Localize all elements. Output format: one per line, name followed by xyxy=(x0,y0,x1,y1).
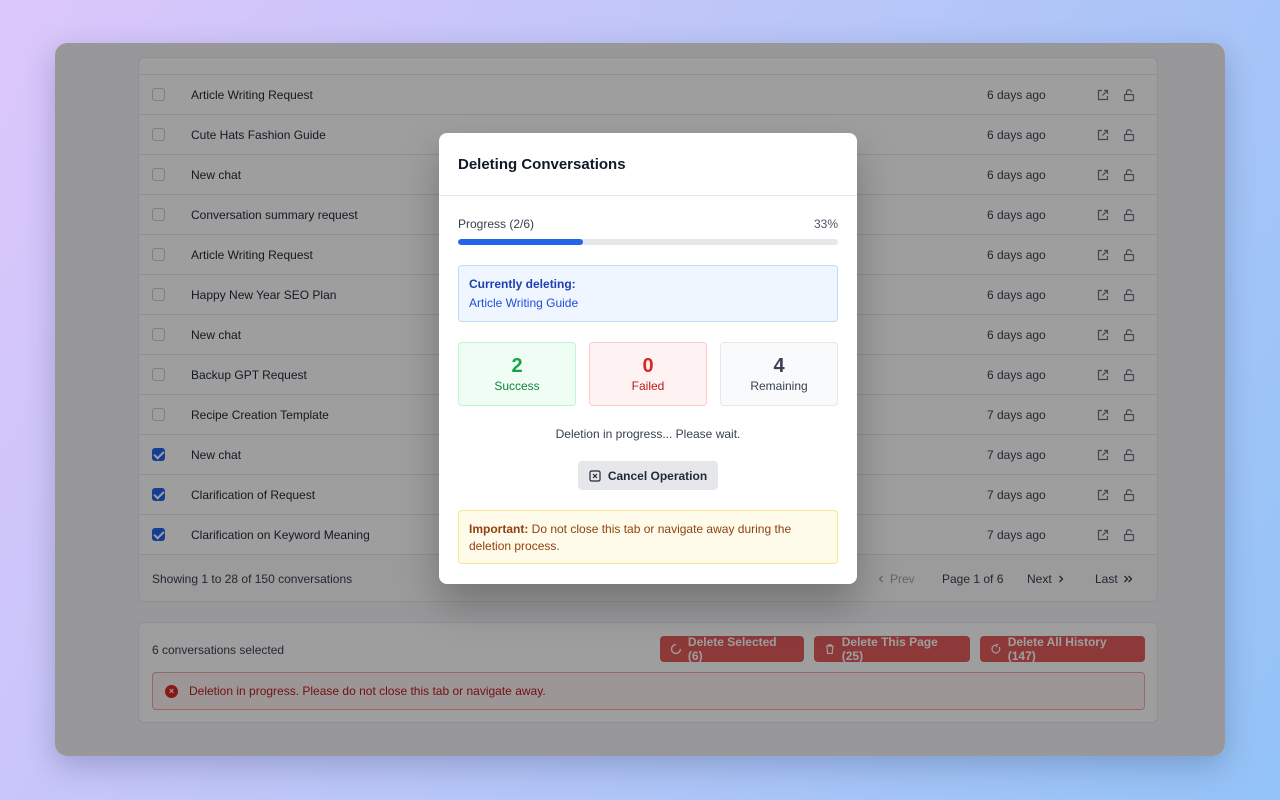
failed-label: Failed xyxy=(631,379,665,393)
deleting-modal: Deleting Conversations Progress (2/6) 33… xyxy=(439,133,857,584)
cancel-operation-label: Cancel Operation xyxy=(607,468,708,483)
failed-stat: 0 Failed xyxy=(589,342,707,406)
warning-strong: Important: xyxy=(469,522,529,536)
progress-bar xyxy=(458,239,838,245)
cancel-operation-button[interactable]: Cancel Operation xyxy=(578,461,718,490)
success-count: 2 xyxy=(511,355,523,377)
remaining-label: Remaining xyxy=(750,379,808,393)
progress-percent: 33% xyxy=(813,217,838,231)
close-square-icon xyxy=(589,469,601,482)
currently-deleting-box: Currently deleting: Article Writing Guid… xyxy=(458,265,838,322)
modal-title: Deleting Conversations xyxy=(458,155,626,173)
currently-deleting-name: Article Writing Guide xyxy=(469,296,579,310)
progress-label: Progress (2/6) xyxy=(458,217,535,231)
remaining-stat: 4 Remaining xyxy=(720,342,838,406)
important-warning: Important: Do not close this tab or navi… xyxy=(458,510,838,564)
wait-message: Deletion in progress... Please wait. xyxy=(555,427,741,441)
app-window: Article Writing Request 6 days ago Cute Ha… xyxy=(55,43,1225,756)
progress-bar-fill xyxy=(458,239,584,245)
modal-header: Deleting Conversations xyxy=(439,133,857,196)
success-label: Success xyxy=(494,379,540,393)
remaining-count: 4 xyxy=(773,355,785,377)
success-stat: 2 Success xyxy=(458,342,576,406)
currently-deleting-label: Currently deleting: xyxy=(469,277,576,291)
failed-count: 0 xyxy=(642,355,654,377)
